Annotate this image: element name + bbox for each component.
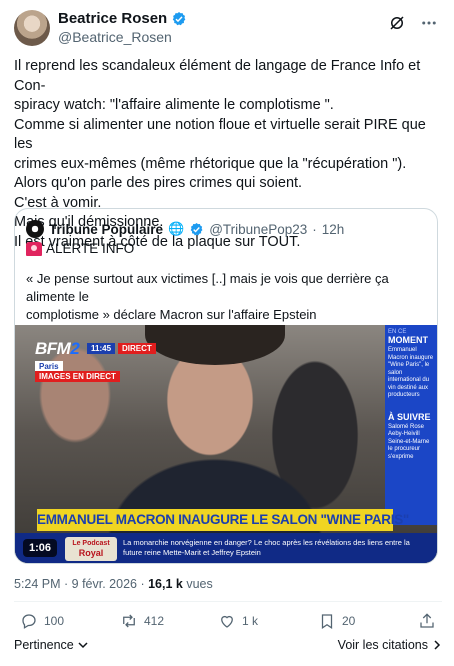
tweet-line: Il reprend les scandaleux élément de lan…: [14, 58, 421, 94]
podcast-logo-line1: Le Podcast: [72, 540, 110, 547]
quoted-line: « Je pense surtout aux victimes [..] mai…: [26, 271, 389, 304]
side-title-next: À SUIVRE: [388, 411, 431, 422]
side-title: MOMENT: [388, 335, 428, 345]
bookmark-icon: [321, 614, 333, 629]
ticker-text: La monarchie norvégienne en danger? Le c…: [123, 538, 410, 557]
chevron-down-icon: [78, 642, 88, 649]
reply-count: 100: [44, 614, 65, 628]
quoted-author-handle[interactable]: @TribunePop23: [209, 222, 307, 237]
bfm-logo: BFM2: [35, 339, 80, 359]
reply-icon: [22, 614, 36, 629]
heart-icon: [221, 615, 233, 628]
divider: [14, 601, 442, 602]
bfm-logo-text: BFM: [35, 339, 71, 358]
views-label: vues: [182, 577, 213, 591]
view-quotes-label: Voir les citations: [337, 638, 428, 652]
repost-count: 412: [144, 614, 165, 628]
views-button[interactable]: 20: [318, 612, 355, 630]
video-headline: EMMANUEL MACRON INAUGURE LE SALON "WINE …: [37, 509, 409, 531]
quoted-tweet-card[interactable]: Tribune Populaire 🌐 @TribunePop23 · 12h …: [14, 208, 438, 564]
grok-icon[interactable]: [388, 14, 406, 32]
header-actions: [388, 14, 438, 32]
video-player[interactable]: BFM2 11:45 DIRECT Paris IMAGES EN DIRECT…: [15, 325, 437, 563]
bfm-logo-number: 2: [70, 339, 80, 358]
quoted-author-name[interactable]: Tribune Populaire: [49, 222, 163, 237]
bookmark-count: 20: [342, 614, 356, 628]
tweet-meta: 5:24 PM · 9 févr. 2026 · 16,1 k vues: [14, 577, 213, 591]
views-count: 16,1 k: [148, 577, 183, 591]
images-direct-badge: IMAGES EN DIRECT: [35, 371, 120, 382]
tweet-line: spiracy watch: "l'affaire alimente le co…: [14, 97, 334, 113]
like-button[interactable]: 1 k: [218, 612, 258, 630]
relevance-sort[interactable]: Pertinence: [14, 638, 88, 652]
tweet-header: Beatrice Rosen @Beatrice_Rosen: [14, 10, 442, 46]
relevance-label: Pertinence: [14, 638, 74, 652]
author-avatar[interactable]: [14, 10, 50, 46]
tweet-line: crimes eux-mêmes (même rhétorique que la…: [14, 155, 407, 172]
share-button[interactable]: [418, 612, 436, 630]
podcast-logo: Le Podcast Royal: [65, 537, 117, 561]
quoted-tweet-time[interactable]: 12h: [322, 222, 345, 237]
broadcast-side-panel: EN CE MOMENT Emmanuel Macron inaugure "W…: [385, 325, 437, 525]
alert-text: ALERTE INFO: [46, 241, 135, 256]
broadcast-clock: 11:45: [87, 343, 116, 354]
alert-line: ALERTE INFO: [26, 241, 134, 256]
side-text: Emmanuel Macron inaugure "Wine Paris", l…: [388, 347, 434, 398]
live-badge: DIRECT: [118, 343, 156, 354]
verified-badge-icon: [190, 222, 203, 235]
repost-icon: [123, 614, 135, 628]
quoted-author-avatar[interactable]: [26, 220, 44, 238]
reply-button[interactable]: 100: [20, 612, 64, 630]
chevron-right-icon: [434, 640, 441, 650]
more-options-icon[interactable]: [420, 14, 438, 32]
podcast-logo-line2: Royal: [78, 548, 104, 558]
view-quotes-link[interactable]: Voir les citations: [338, 638, 442, 652]
repost-button[interactable]: 412: [120, 612, 164, 630]
verified-badge-icon: [173, 12, 186, 26]
like-count: 1 k: [242, 614, 259, 628]
globe-icon: 🌐: [168, 221, 185, 236]
side-text-next: Salomé Rose Aeby-Heivill Seine-et-Marne …: [388, 423, 430, 460]
author-names: Beatrice Rosen @Beatrice_Rosen: [58, 10, 187, 46]
siren-icon: [26, 241, 42, 256]
tweet-line: Alors qu'on parle des pires crimes qui s…: [14, 175, 303, 191]
video-duration: 1:06: [23, 539, 58, 557]
tweet-line: Comme si alimenter une notion floue et v…: [14, 116, 426, 153]
quoted-line: complotisme » déclare Macron sur l'affai…: [26, 307, 317, 322]
quoted-tweet-header: Tribune Populaire 🌐 @TribunePop23 · 12h: [26, 220, 344, 238]
author-handle[interactable]: @Beatrice_Rosen: [58, 28, 187, 46]
share-icon: [420, 613, 434, 628]
separator-dot: ·: [312, 221, 317, 237]
author-display-name[interactable]: Beatrice Rosen: [58, 10, 187, 28]
timestamp[interactable]: 5:24 PM · 9 févr. 2026 ·: [14, 577, 148, 591]
action-bar: 100 412 1 k 20: [14, 612, 442, 632]
author-name-text[interactable]: Beatrice Rosen: [58, 10, 167, 28]
